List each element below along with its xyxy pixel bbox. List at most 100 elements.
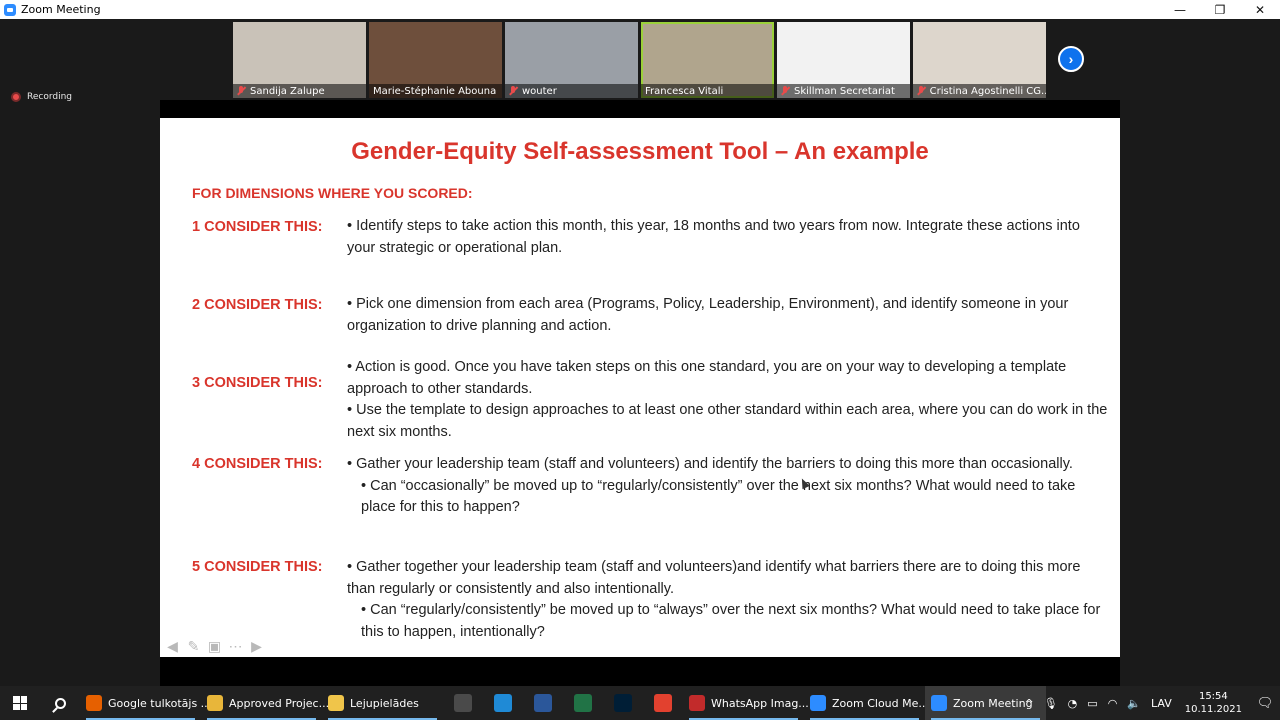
participant-name: Skillman Secretariat <box>794 85 895 97</box>
wifi-icon[interactable]: ◠ <box>1108 697 1118 710</box>
minimize-button[interactable]: — <box>1160 0 1200 19</box>
chevron-right-icon: › <box>1068 51 1074 67</box>
arrow-left-icon[interactable]: ◀ <box>164 638 181 655</box>
presentation-slide: Gender-Equity Self-assessment Tool – An … <box>160 118 1120 657</box>
consider-label: 1 CONSIDER THIS: <box>192 219 323 235</box>
clock[interactable]: 15:54 10.11.2021 <box>1185 690 1242 716</box>
taskbar-app[interactable]: Approved Projec... <box>201 686 329 720</box>
filmstrip-icon <box>454 694 472 712</box>
maximize-button[interactable]: ❐ <box>1200 0 1240 19</box>
bullet-text: • Gather your leadership team (staff and… <box>347 456 1073 472</box>
taskbar: Google tulkotājs ... Approved Projec... Le… <box>0 686 1280 720</box>
window-title: Zoom Meeting <box>21 3 101 16</box>
taskbar-apps-running: WhatsApp Imag... Zoom Cloud Me... Zoom Mee… <box>683 686 1046 720</box>
participant-video-tile[interactable]: Sandija Zalupe <box>233 22 366 98</box>
taskbar-app[interactable]: WhatsApp Imag... <box>683 686 809 720</box>
system-tray: ^ 🎙 ◔ ▭ ◠ 🔈 LAV 15:54 10.11.2021 🗨 <box>1019 686 1280 720</box>
bullet-text: • Action is good. Once you have taken st… <box>347 359 1067 397</box>
participant-nameplate: Cristina Agostinelli CG... <box>913 84 1046 98</box>
folder-download-icon <box>328 695 344 711</box>
mic-muted-icon <box>508 86 518 96</box>
participant-nameplate: Sandija Zalupe <box>233 84 366 98</box>
window-controls: — ❐ ✕ <box>1160 0 1280 19</box>
mic-muted-icon <box>780 86 790 96</box>
start-button[interactable] <box>0 686 40 720</box>
window-titlebar: Zoom Meeting — ❐ ✕ <box>0 0 1280 19</box>
search-icon <box>54 697 66 709</box>
show-hidden-icons-button[interactable]: ^ <box>1024 697 1033 710</box>
taskbar-pinned-app[interactable] <box>523 686 563 720</box>
battery-icon[interactable]: ▭ <box>1087 697 1097 710</box>
pen-icon[interactable]: ✎ <box>185 638 202 655</box>
consider-label: 3 CONSIDER THIS: <box>192 375 323 391</box>
more-icon[interactable]: ⋯ <box>227 638 244 655</box>
slides-icon[interactable]: ▣ <box>206 638 223 655</box>
zoom-app-icon <box>4 3 16 16</box>
photoshop-icon <box>614 694 632 712</box>
search-button[interactable] <box>40 686 80 720</box>
participant-video-tile[interactable]: Marie-Stéphanie Abouna <box>369 22 502 98</box>
arrow-right-icon[interactable]: ▶ <box>248 638 265 655</box>
taskbar-app-label: Zoom Cloud Me... <box>832 696 929 710</box>
bullet-text: • Pick one dimension from each area (Pro… <box>347 296 1069 334</box>
mic-muted-icon <box>236 86 246 96</box>
taskbar-pinned-app[interactable] <box>563 686 603 720</box>
clock-time: 15:54 <box>1198 691 1228 702</box>
taskbar-app-label: WhatsApp Imag... <box>711 696 809 710</box>
next-page-button[interactable]: › <box>1058 46 1084 72</box>
bullet-text: • Use the template to design approaches … <box>347 402 1108 440</box>
zoom-icon <box>931 695 947 711</box>
word-icon <box>534 694 552 712</box>
microphone-icon[interactable]: 🎙 <box>1044 697 1058 710</box>
taskbar-app-label: Lejupielādes <box>350 696 419 710</box>
record-icon <box>11 92 21 102</box>
language-indicator[interactable]: LAV <box>1151 697 1172 710</box>
zoom-icon <box>810 695 826 711</box>
chrome-icon <box>654 694 672 712</box>
taskbar-app[interactable]: Lejupielādes <box>322 686 443 720</box>
participant-name: Cristina Agostinelli CG... <box>929 85 1046 97</box>
taskbar-pinned-app[interactable] <box>643 686 683 720</box>
network-icon[interactable]: ◔ <box>1068 697 1078 710</box>
participant-nameplate: wouter <box>505 84 638 98</box>
participant-name: wouter <box>522 85 557 97</box>
consider-label: 4 CONSIDER THIS: <box>192 456 323 472</box>
participant-name: Francesca Vitali <box>645 85 724 97</box>
taskbar-pinned-app[interactable] <box>603 686 643 720</box>
participant-video-tile[interactable]: wouter <box>505 22 638 98</box>
taskbar-app-label: Google tulkotājs ... <box>108 696 212 710</box>
folder-icon <box>207 695 223 711</box>
recording-label: Recording <box>27 92 73 102</box>
slide-title: Gender-Equity Self-assessment Tool – An … <box>351 138 929 165</box>
consider-label: 2 CONSIDER THIS: <box>192 297 323 313</box>
close-button[interactable]: ✕ <box>1240 0 1280 19</box>
consider-body: • Identify steps to take action this mon… <box>347 216 1112 259</box>
consider-body: • Action is good. Once you have taken st… <box>347 357 1112 443</box>
participant-name: Sandija Zalupe <box>250 85 325 97</box>
taskbar-app[interactable]: Zoom Cloud Me... <box>804 686 929 720</box>
mic-muted-icon <box>916 86 926 96</box>
taskbar-app-label: Approved Projec... <box>229 696 330 710</box>
notifications-icon[interactable]: 🗨 <box>1250 686 1280 720</box>
volume-icon[interactable]: 🔈 <box>1127 697 1141 710</box>
taskbar-pinned-app[interactable] <box>443 686 483 720</box>
participant-nameplate: Francesca Vitali <box>641 84 774 98</box>
slide-subtitle: FOR DIMENSIONS WHERE YOU SCORED: <box>192 185 473 201</box>
participant-name: Marie-Stéphanie Abouna <box>373 85 497 97</box>
consider-body: • Pick one dimension from each area (Pro… <box>347 294 1112 337</box>
image-icon <box>689 695 705 711</box>
participant-nameplate: Marie-Stéphanie Abouna <box>369 84 502 98</box>
taskbar-pinned <box>443 686 683 720</box>
taskbar-apps: Google tulkotājs ... Approved Projec... Le… <box>80 686 443 720</box>
participant-video-tile[interactable]: Skillman Secretariat <box>777 22 910 98</box>
edge-icon <box>494 694 512 712</box>
participant-video-tile[interactable]: Cristina Agostinelli CG... <box>913 22 1046 98</box>
excel-icon <box>574 694 592 712</box>
windows-icon <box>13 696 27 710</box>
participant-video-tile[interactable]: Francesca Vitali <box>641 22 774 98</box>
taskbar-pinned-app[interactable] <box>483 686 523 720</box>
recording-indicator[interactable]: Recording <box>11 92 72 102</box>
consider-body: • Gather together your leadership team (… <box>347 557 1112 643</box>
slide-controls: ◀ ✎ ▣ ⋯ ▶ <box>164 638 265 655</box>
taskbar-app[interactable]: Google tulkotājs ... <box>80 686 211 720</box>
